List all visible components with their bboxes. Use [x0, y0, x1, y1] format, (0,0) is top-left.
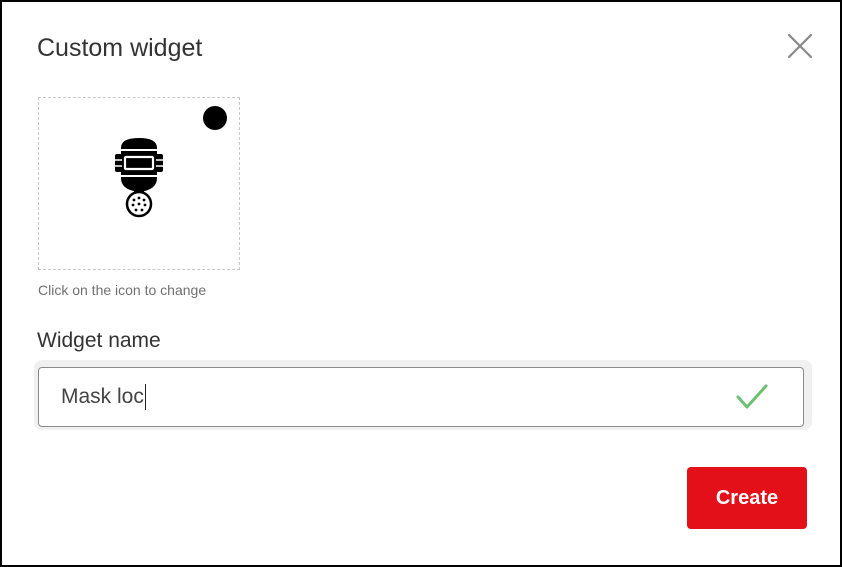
close-button[interactable] — [786, 32, 814, 60]
icon-change-hint: Click on the icon to change — [38, 282, 207, 298]
dialog-title: Custom widget — [37, 34, 203, 62]
create-button[interactable]: Create — [687, 467, 807, 529]
checkmark-icon — [736, 384, 768, 409]
icon-indicator-dot — [203, 106, 227, 130]
icon-picker[interactable] — [38, 97, 240, 270]
gas-mask-icon — [115, 138, 163, 218]
close-icon — [787, 33, 813, 59]
widget-name-input[interactable]: Mask loc — [38, 367, 804, 427]
custom-widget-dialog: Custom widget Click on the icon to chang… — [0, 0, 842, 567]
text-caret — [144, 384, 146, 410]
widget-name-value: Mask loc — [61, 385, 144, 408]
widget-name-label: Widget name — [37, 329, 161, 352]
widget-name-focus-ring: Mask loc — [34, 360, 812, 430]
